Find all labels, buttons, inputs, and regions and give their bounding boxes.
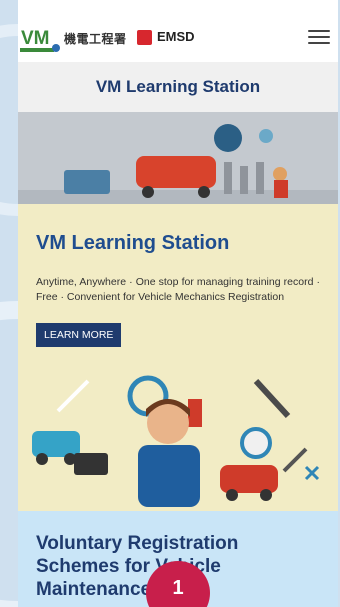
card-description: Anytime, Anywhere · One stop for managin… (36, 276, 320, 304)
hero-illustration-garage (18, 112, 338, 204)
section-title-band: VM Learning Station (18, 62, 338, 112)
vm-learning-card: VM Learning Station Anytime, Anywhere · … (18, 204, 338, 511)
hamburger-menu-button[interactable] (308, 30, 330, 48)
fuel-can-icon (188, 399, 202, 427)
mechanic-illustration (32, 375, 320, 507)
car-right-icon (220, 465, 278, 493)
emsd-logo-icon (137, 30, 152, 45)
header: VM 機電工程署 EMSD (18, 0, 338, 62)
garage-illustration (18, 112, 338, 204)
hamburger-icon (308, 30, 330, 32)
card-heading: VM Learning Station (36, 232, 230, 254)
emsd-chinese-name: 機電工程署 (64, 32, 127, 46)
car-icon (136, 156, 216, 188)
gauge-icon (240, 427, 272, 459)
mobile-page: VM 機電工程署 EMSD VM Learning Station VM Lea… (18, 0, 338, 607)
gear-icon (214, 124, 242, 152)
toolbox-icon (74, 453, 108, 475)
mechanic-body (138, 445, 200, 507)
wrench-icon (253, 378, 291, 419)
svg-text:VM: VM (21, 28, 50, 49)
car-left-icon (32, 431, 80, 457)
learn-more-button[interactable]: LEARN MORE (36, 323, 122, 348)
emsd-logo-text: EMSD (157, 29, 195, 44)
monitor-icon (64, 170, 110, 194)
voluntary-registration-section: Voluntary Registration Schemes for Vehic… (18, 511, 338, 607)
vm-logo-icon[interactable]: VM (20, 26, 60, 54)
